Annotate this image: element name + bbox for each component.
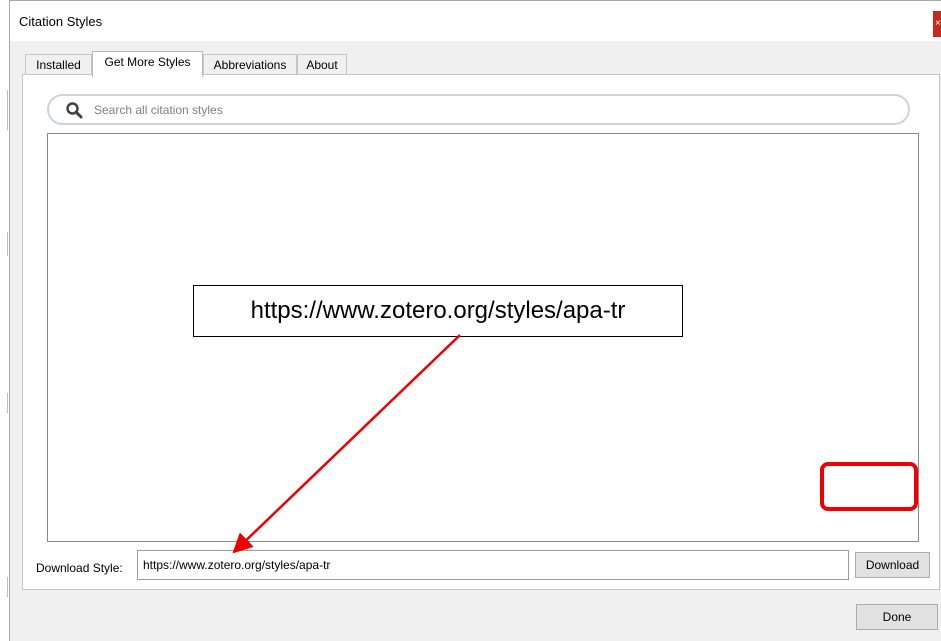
search-box[interactable] bbox=[47, 94, 910, 125]
download-style-input[interactable] bbox=[138, 551, 848, 579]
done-button[interactable]: Done bbox=[856, 604, 938, 630]
tab-about[interactable]: About bbox=[297, 54, 347, 76]
close-button[interactable]: × bbox=[933, 11, 941, 37]
download-style-label: Download Style: bbox=[36, 561, 123, 575]
edge-divider bbox=[7, 232, 8, 256]
edge-divider bbox=[7, 393, 8, 413]
tab-installed[interactable]: Installed bbox=[25, 54, 92, 76]
title-bar: Citation Styles × bbox=[10, 1, 941, 41]
url-callout: https://www.zotero.org/styles/apa-tr bbox=[193, 285, 683, 337]
styles-results-list[interactable] bbox=[47, 133, 919, 542]
edge-divider bbox=[7, 577, 8, 597]
background-window-edge bbox=[0, 0, 9, 641]
window-title: Citation Styles bbox=[19, 14, 103, 29]
download-style-field[interactable] bbox=[137, 550, 849, 580]
search-input[interactable] bbox=[92, 100, 892, 120]
edge-divider bbox=[7, 90, 8, 130]
tab-abbreviations[interactable]: Abbreviations bbox=[203, 54, 297, 76]
search-icon bbox=[66, 102, 83, 119]
tab-get-more-styles[interactable]: Get More Styles bbox=[92, 51, 203, 77]
download-button[interactable]: Download bbox=[855, 552, 930, 578]
